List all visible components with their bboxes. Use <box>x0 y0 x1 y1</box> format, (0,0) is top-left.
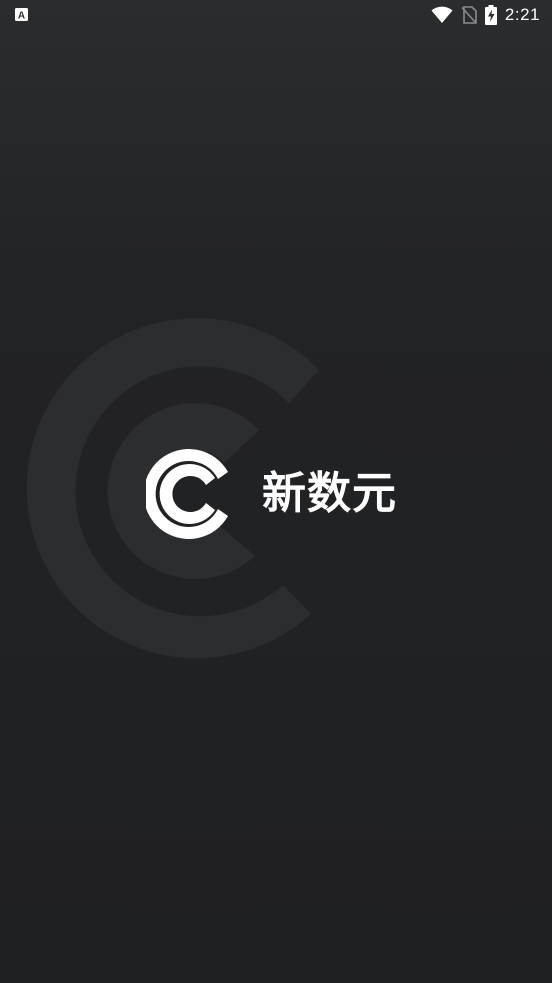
brand-name: 新数元 <box>262 468 397 519</box>
brand-c-logo-icon <box>146 449 228 539</box>
